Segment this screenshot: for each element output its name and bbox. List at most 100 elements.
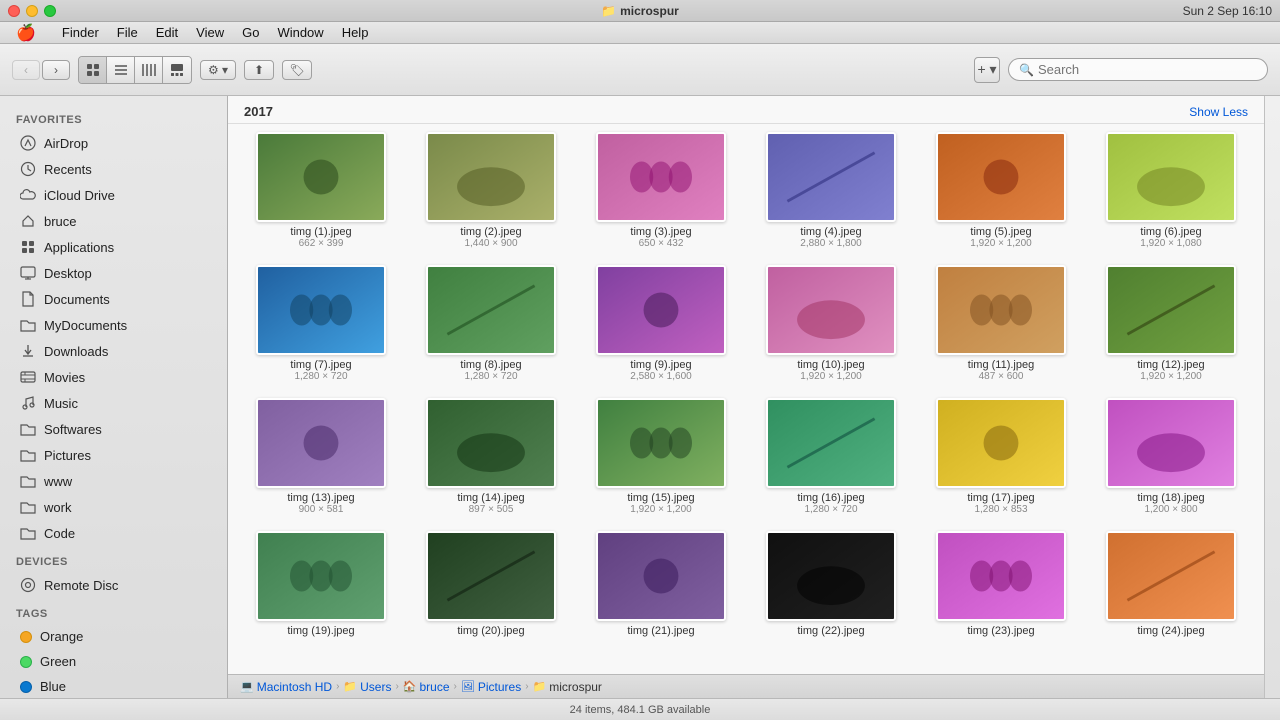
mydocuments-icon — [20, 317, 36, 333]
photo-item-15[interactable]: timg (15).jpeg1,920 × 1,200 — [584, 398, 738, 515]
photo-name-7: timg (7).jpeg — [290, 359, 351, 371]
search-input[interactable] — [1038, 62, 1238, 77]
sidebar-label-desktop: Desktop — [44, 266, 92, 281]
photo-item-23[interactable]: timg (23).jpeg — [924, 531, 1078, 637]
photo-item-17[interactable]: timg (17).jpeg1,280 × 853 — [924, 398, 1078, 515]
fullscreen-button[interactable] — [44, 5, 56, 17]
photo-thumb-18 — [1106, 398, 1236, 488]
sidebar-item-icloud[interactable]: iCloud Drive — [4, 183, 223, 207]
menu-file[interactable]: File — [109, 23, 146, 42]
sidebar-item-tag-blue[interactable]: Blue — [4, 675, 223, 698]
photo-item-22[interactable]: timg (22).jpeg — [754, 531, 908, 637]
sidebar-label-remotedisc: Remote Disc — [44, 578, 118, 593]
close-button[interactable] — [8, 5, 20, 17]
photo-item-5[interactable]: timg (5).jpeg1,920 × 1,200 — [924, 132, 1078, 249]
apple-menu[interactable]: 🍎 — [8, 21, 44, 45]
sidebar-item-remotedisc[interactable]: Remote Disc — [4, 573, 223, 597]
photo-item-24[interactable]: timg (24).jpeg — [1094, 531, 1248, 637]
main-area: Favorites AirDrop Recents iCloud Drive b… — [0, 96, 1280, 698]
sidebar-item-music[interactable]: Music — [4, 391, 223, 415]
search-bar[interactable]: 🔍 — [1008, 58, 1268, 81]
add-button[interactable]: + ▾ — [974, 57, 1000, 83]
sidebar-item-pictures[interactable]: Pictures — [4, 443, 223, 467]
sidebar-item-desktop[interactable]: Desktop — [4, 261, 223, 285]
photo-item-14[interactable]: timg (14).jpeg897 × 505 — [414, 398, 568, 515]
desktop-icon — [20, 265, 36, 281]
breadcrumb-pictures[interactable]: 🖼 Pictures — [461, 680, 521, 694]
pictures-icon — [20, 447, 36, 463]
menu-help[interactable]: Help — [334, 23, 377, 42]
sidebar-item-recents[interactable]: Recents — [4, 157, 223, 181]
menu-edit[interactable]: Edit — [148, 23, 186, 42]
sidebar-item-www[interactable]: www — [4, 469, 223, 493]
photo-thumb-2 — [426, 132, 556, 222]
photo-item-4[interactable]: timg (4).jpeg2,880 × 1,800 — [754, 132, 908, 249]
gallery-view-button[interactable] — [163, 57, 191, 83]
photo-thumb-24 — [1106, 531, 1236, 621]
forward-button[interactable]: › — [42, 60, 70, 80]
photo-item-11[interactable]: timg (11).jpeg487 × 600 — [924, 265, 1078, 382]
sidebar-item-applications[interactable]: Applications — [4, 235, 223, 259]
photo-item-9[interactable]: timg (9).jpeg2,580 × 1,600 — [584, 265, 738, 382]
sidebar-item-code[interactable]: Code — [4, 521, 223, 545]
photo-item-19[interactable]: timg (19).jpeg — [244, 531, 398, 637]
photo-item-6[interactable]: timg (6).jpeg1,920 × 1,080 — [1094, 132, 1248, 249]
music-icon — [20, 395, 36, 411]
breadcrumb-macintoshhd[interactable]: 💻 Macintosh HD — [240, 680, 332, 694]
action-button[interactable]: ⚙ ▾ — [200, 60, 236, 80]
photo-item-3[interactable]: timg (3).jpeg650 × 432 — [584, 132, 738, 249]
minimize-button[interactable] — [26, 5, 38, 17]
photo-item-18[interactable]: timg (18).jpeg1,200 × 800 — [1094, 398, 1248, 515]
photo-thumb-5 — [936, 132, 1066, 222]
sidebar-label-tag-green: Green — [40, 654, 76, 669]
photo-item-12[interactable]: timg (12).jpeg1,920 × 1,200 — [1094, 265, 1248, 382]
photo-item-20[interactable]: timg (20).jpeg — [414, 531, 568, 637]
photo-item-8[interactable]: timg (8).jpeg1,280 × 720 — [414, 265, 568, 382]
sidebar-item-documents[interactable]: Documents — [4, 287, 223, 311]
photo-name-22: timg (22).jpeg — [797, 625, 864, 637]
share-button[interactable]: ⬆ — [244, 60, 274, 80]
menu-window[interactable]: Window — [269, 23, 331, 42]
breadcrumb-users[interactable]: 📁 Users — [343, 680, 391, 694]
menu-view[interactable]: View — [188, 23, 232, 42]
window-title: 📁 microspur — [601, 4, 679, 18]
photo-item-7[interactable]: timg (7).jpeg1,280 × 720 — [244, 265, 398, 382]
breadcrumb-bruce[interactable]: 🏠 bruce — [403, 680, 450, 694]
photo-item-10[interactable]: timg (10).jpeg1,920 × 1,200 — [754, 265, 908, 382]
photo-item-2[interactable]: timg (2).jpeg1,440 × 900 — [414, 132, 568, 249]
sidebar-item-airdrop[interactable]: AirDrop — [4, 131, 223, 155]
photo-dims-15: 1,920 × 1,200 — [630, 504, 691, 515]
sidebar-item-movies[interactable]: Movies — [4, 365, 223, 389]
list-view-button[interactable] — [107, 57, 135, 83]
bc-label-macintosh: Macintosh HD — [257, 680, 332, 694]
sidebar-item-softwares[interactable]: Softwares — [4, 417, 223, 441]
photo-thumb-20 — [426, 531, 556, 621]
sidebar-item-tag-green[interactable]: Green — [4, 650, 223, 673]
sidebar-label-music: Music — [44, 396, 78, 411]
sidebar-label-applications: Applications — [44, 240, 114, 255]
photo-item-16[interactable]: timg (16).jpeg1,280 × 720 — [754, 398, 908, 515]
icon-view-button[interactable] — [79, 57, 107, 83]
photo-item-13[interactable]: timg (13).jpeg900 × 581 — [244, 398, 398, 515]
menu-go[interactable]: Go — [234, 23, 267, 42]
show-less-button[interactable]: Show Less — [1189, 105, 1248, 119]
right-edge — [1264, 96, 1280, 698]
photo-dims-18: 1,200 × 800 — [1144, 504, 1197, 515]
photo-item-21[interactable]: timg (21).jpeg — [584, 531, 738, 637]
photo-item-1[interactable]: timg (1).jpeg662 × 399 — [244, 132, 398, 249]
photo-name-12: timg (12).jpeg — [1137, 359, 1204, 371]
window-controls — [8, 5, 56, 17]
photo-name-13: timg (13).jpeg — [287, 492, 354, 504]
sidebar-item-downloads[interactable]: Downloads — [4, 339, 223, 363]
sidebar-item-tag-orange[interactable]: Orange — [4, 625, 223, 648]
sidebar-item-work[interactable]: work — [4, 495, 223, 519]
sidebar-item-bruce[interactable]: bruce — [4, 209, 223, 233]
back-button[interactable]: ‹ — [12, 60, 40, 80]
airdrop-icon — [20, 135, 36, 151]
sidebar-item-mydocuments[interactable]: MyDocuments — [4, 313, 223, 337]
breadcrumb-microspur[interactable]: 📁 microspur — [533, 680, 602, 694]
photo-dims-16: 1,280 × 720 — [804, 504, 857, 515]
column-view-button[interactable] — [135, 57, 163, 83]
menu-finder[interactable]: Finder — [54, 23, 107, 42]
tag-button[interactable]: 🏷 — [282, 60, 312, 80]
